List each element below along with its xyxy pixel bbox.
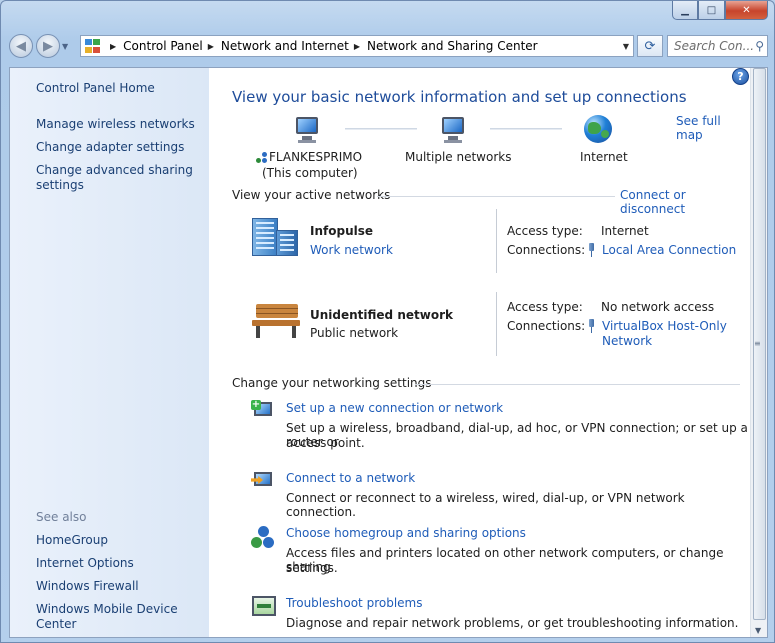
sidebar-item-control-panel-home[interactable]: Control Panel Home	[36, 81, 155, 96]
refresh-button[interactable]: ⟳	[637, 35, 663, 57]
map-connector-line	[345, 128, 417, 130]
homegroup-icon	[251, 526, 275, 550]
breadcrumb-control-panel[interactable]: Control Panel	[123, 39, 203, 53]
recent-pages-dropdown[interactable]: ▼	[62, 42, 68, 51]
task-setup-connection-link[interactable]: Set up a new connection or network	[286, 401, 503, 415]
section-divider	[377, 196, 615, 197]
access-type-value: No network access	[601, 300, 715, 314]
vertical-scrollbar[interactable]: ≡ ▼	[750, 68, 767, 637]
maximize-button[interactable]: □	[698, 1, 725, 20]
see-full-map-link[interactable]: See full map	[676, 114, 751, 142]
ethernet-connection-icon	[587, 243, 596, 257]
virtualbox-connection-link[interactable]: VirtualBox Host-Only	[602, 319, 727, 333]
sidebar-item-change-adapter-settings[interactable]: Change adapter settings	[36, 140, 184, 155]
multiple-networks-label: Multiple networks	[405, 150, 512, 164]
access-type-label: Access type:	[507, 300, 583, 314]
scrollbar-grip-icon: ≡	[754, 339, 761, 348]
public-network-bench-icon	[250, 300, 302, 340]
task-pane: Control Panel Home Manage wireless netwo…	[10, 68, 209, 637]
task-connect-network-link[interactable]: Connect to a network	[286, 471, 415, 485]
task-setup-connection-desc-cont: access point.	[286, 436, 365, 450]
see-also-homegroup[interactable]: HomeGroup	[36, 533, 108, 548]
access-type-label: Access type:	[507, 224, 583, 238]
network-status-icon	[256, 152, 268, 164]
task-homegroup-desc: Access files and printers located on oth…	[286, 546, 724, 574]
address-bar[interactable]: ▶ Control Panel ▶ Network and Internet ▶…	[80, 35, 634, 57]
breadcrumb-arrow-icon[interactable]: ▶	[110, 42, 116, 51]
connections-label: Connections:	[507, 319, 586, 333]
see-also-heading: See also	[36, 510, 87, 524]
network-name-infopulse: Infopulse	[310, 224, 373, 238]
sidebar-item-change-advanced-sharing[interactable]: Change advanced sharing	[36, 163, 193, 178]
breadcrumb-arrow-icon[interactable]: ▶	[354, 42, 360, 51]
see-also-windows-firewall[interactable]: Windows Firewall	[36, 579, 139, 594]
troubleshoot-icon	[252, 596, 276, 616]
forward-button[interactable]: ▶	[36, 34, 60, 58]
task-connect-network-desc: Connect or reconnect to a wireless, wire…	[286, 491, 685, 519]
navigation-bar: ◀ ▶ ▼ ▶ Control Panel ▶ Network and Inte…	[9, 31, 768, 61]
breadcrumb-network-and-internet[interactable]: Network and Internet	[221, 39, 349, 53]
virtualbox-connection-link-cont[interactable]: Network	[602, 334, 652, 348]
see-also-windows-mobile-device-center[interactable]: Windows Mobile Device Center	[36, 602, 209, 632]
network-type-public: Public network	[310, 326, 399, 340]
task-troubleshoot-desc: Diagnose and repair network problems, or…	[286, 616, 739, 630]
internet-globe-icon	[584, 115, 612, 143]
main-pane: ? View your basic network information an…	[209, 68, 751, 637]
network-divider	[496, 292, 497, 356]
address-dropdown-icon[interactable]: ▼	[623, 42, 629, 51]
content-area: Control Panel Home Manage wireless netwo…	[9, 67, 768, 638]
internet-label: Internet	[580, 150, 628, 164]
search-placeholder: Search Con...	[674, 39, 755, 53]
sidebar-item-change-advanced-sharing-cont[interactable]: settings	[36, 178, 84, 193]
section-divider	[415, 384, 740, 385]
new-connection-icon: +	[251, 400, 277, 422]
task-homegroup-link[interactable]: Choose homegroup and sharing options	[286, 526, 526, 540]
page-title: View your basic network information and …	[232, 88, 687, 106]
access-type-value: Internet	[601, 224, 649, 238]
connections-label: Connections:	[507, 243, 586, 257]
control-panel-icon	[85, 39, 101, 53]
search-input[interactable]: Search Con... ⚲	[667, 35, 768, 57]
multiple-networks-icon	[438, 115, 468, 143]
scroll-down-arrow-icon[interactable]: ▼	[755, 626, 761, 635]
connect-or-disconnect-link[interactable]: Connect or disconnect	[620, 188, 751, 216]
computer-name: FLANKESPRIMO	[269, 150, 363, 164]
see-also-internet-options[interactable]: Internet Options	[36, 556, 134, 571]
ethernet-connection-icon	[587, 319, 596, 333]
network-type-link-work[interactable]: Work network	[310, 243, 393, 257]
map-connector-line	[490, 128, 562, 130]
computer-icon	[292, 115, 322, 143]
work-network-icon	[250, 216, 302, 258]
active-networks-heading: View your active networks	[232, 188, 391, 202]
breadcrumb-arrow-icon[interactable]: ▶	[208, 42, 214, 51]
local-area-connection-link[interactable]: Local Area Connection	[602, 243, 736, 257]
task-troubleshoot-link[interactable]: Troubleshoot problems	[286, 596, 422, 610]
back-button[interactable]: ◀	[9, 34, 33, 58]
close-button[interactable]: ✕	[725, 1, 768, 20]
task-homegroup-desc-cont: settings.	[286, 561, 338, 575]
minimize-button[interactable]: ▁	[672, 1, 698, 20]
change-settings-heading: Change your networking settings	[232, 376, 432, 390]
window-frame: ▁ □ ✕ ◀ ▶ ▼ ▶ Control Panel ▶ Network an…	[0, 0, 775, 643]
breadcrumb-network-and-sharing-center[interactable]: Network and Sharing Center	[367, 39, 538, 53]
network-name-unidentified: Unidentified network	[310, 308, 453, 322]
sidebar-item-manage-wireless-networks[interactable]: Manage wireless networks	[36, 117, 195, 132]
caption-buttons: ▁ □ ✕	[672, 1, 768, 20]
search-icon[interactable]: ⚲	[755, 39, 764, 53]
connect-network-icon	[251, 470, 277, 492]
computer-sublabel: (This computer)	[262, 166, 358, 180]
help-icon[interactable]: ?	[732, 68, 749, 85]
network-divider	[496, 209, 497, 273]
